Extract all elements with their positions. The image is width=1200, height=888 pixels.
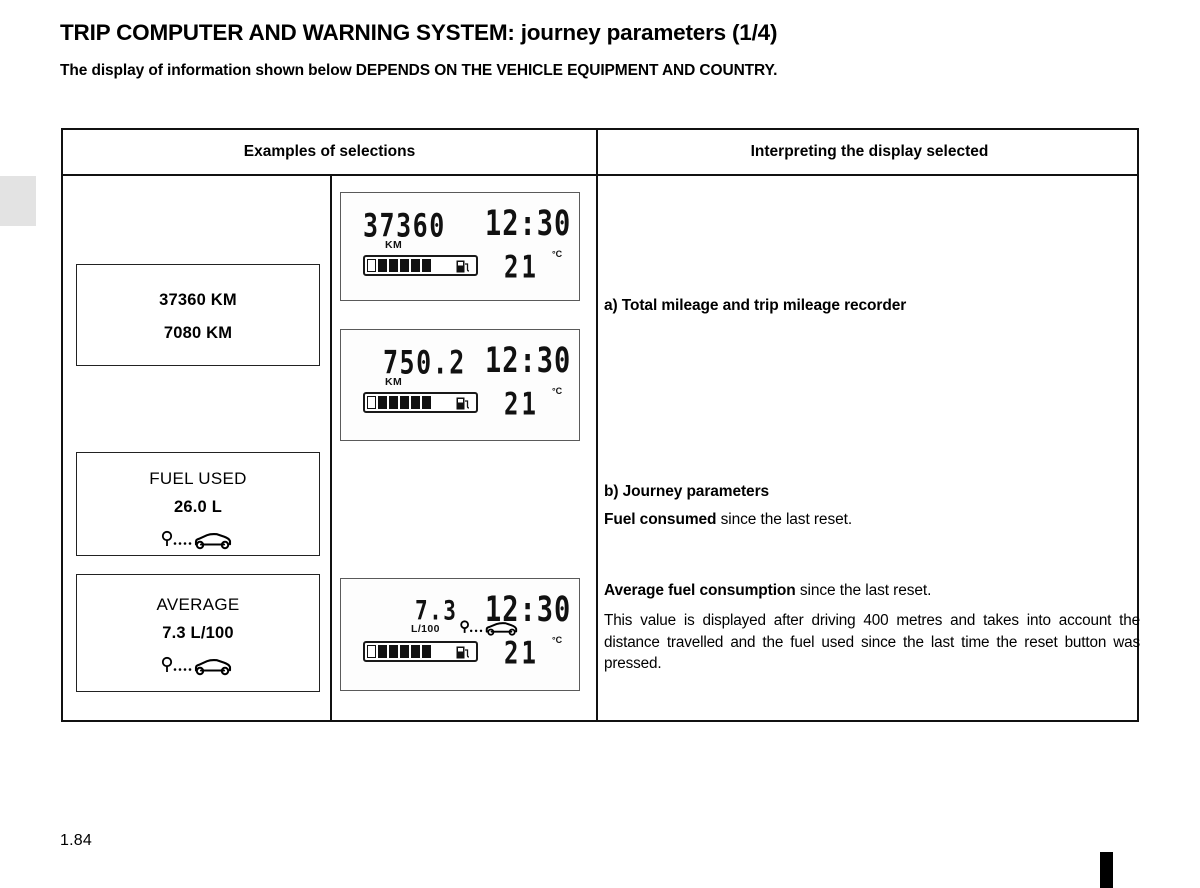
interpretation-c-line-rest: since the last reset. [795, 582, 932, 599]
selection-total-mileage: 37360 KM [159, 291, 237, 309]
page-edge-marker [1100, 852, 1113, 888]
lcd-clock: 12:30 [485, 204, 572, 245]
selection-fuel-used-label: FUEL USED [149, 469, 247, 488]
section-edge-tab [0, 176, 36, 226]
interpretation-c-paragraph: This value is displayed after driving 40… [604, 612, 1140, 672]
fuel-pump-icon [456, 397, 470, 410]
lcd-clock: 12:30 [485, 341, 572, 382]
interpretation-c-line: Average fuel consumption since the last … [604, 582, 1140, 600]
interpretation-b-line-bold: Fuel consumed [604, 511, 717, 528]
lcd-odometer-unit: KM [385, 239, 403, 251]
lcd-temperature-unit: °C [552, 249, 563, 259]
fuel-pump-icon [456, 260, 470, 273]
selection-fuel-used-value: 26.0 L [174, 498, 222, 516]
interpretation-c-line-bold: Average fuel consumption [604, 582, 796, 599]
fuel-gauge [363, 392, 478, 413]
lcd-temperature-unit: °C [552, 386, 563, 396]
lcd-average-unit: L/100 [411, 623, 440, 635]
fuel-pump-icon [456, 646, 470, 659]
lcd-display-trip-mileage: 750.2 KM 12:30 21 °C [340, 329, 580, 441]
selection-trip-mileage: 7080 KM [163, 324, 233, 342]
lcd-temperature: 21 [504, 386, 539, 423]
selection-box-fuel-used: FUEL USED 26.0 L [76, 452, 320, 556]
fuel-gauge [363, 255, 478, 276]
column-divider-1 [330, 176, 332, 720]
lcd-average-value: 7.3 [415, 595, 458, 626]
lcd-display-average-consumption: 7.3 L/100 12:30 21 °C [340, 578, 580, 691]
page-subtitle: The display of information shown below D… [60, 62, 778, 79]
interpretation-a: a) Total mileage and trip mileage record… [604, 297, 1140, 315]
interpretation-c: Average fuel consumption since the last … [604, 582, 1140, 675]
table-header-row: Examples of selections Interpreting the … [63, 130, 1137, 176]
lcd-odometer-value: 37360 [363, 207, 446, 245]
page-title: TRIP COMPUTER AND WARNING SYSTEM: journe… [60, 20, 778, 45]
column-divider-2 [596, 176, 598, 720]
interpretation-b-line-rest: since the last reset. [716, 511, 853, 528]
journey-pin-car-icon [77, 655, 319, 679]
lcd-display-total-mileage: 37360 KM 12:30 21 °C [340, 192, 580, 301]
lcd-temperature-unit: °C [552, 635, 563, 645]
interpretation-b-heading: b) Journey parameters [604, 483, 770, 500]
selection-average-label: AVERAGE [156, 595, 240, 614]
interpretation-b: b) Journey parameters Fuel consumed sinc… [604, 483, 1140, 529]
lcd-temperature: 21 [504, 249, 539, 286]
journey-pin-car-icon [459, 619, 521, 642]
selection-box-average: AVERAGE 7.3 L/100 [76, 574, 320, 692]
lcd-trip-unit: KM [385, 376, 403, 388]
fuel-gauge [363, 641, 478, 662]
column-header-examples: Examples of selections [243, 143, 416, 160]
interpretation-b-line: Fuel consumed since the last reset. [604, 511, 1140, 529]
selection-box-mileage: 37360 KM 7080 KM [76, 264, 320, 366]
column-header-interpretation: Interpreting the display selected [596, 130, 1141, 174]
journey-pin-car-icon [77, 529, 319, 553]
information-table: Examples of selections Interpreting the … [61, 128, 1140, 722]
page-number: 1.84 [60, 832, 92, 849]
interpretation-a-heading: a) Total mileage and trip mileage record… [604, 297, 907, 314]
selection-average-value: 7.3 L/100 [162, 624, 234, 642]
